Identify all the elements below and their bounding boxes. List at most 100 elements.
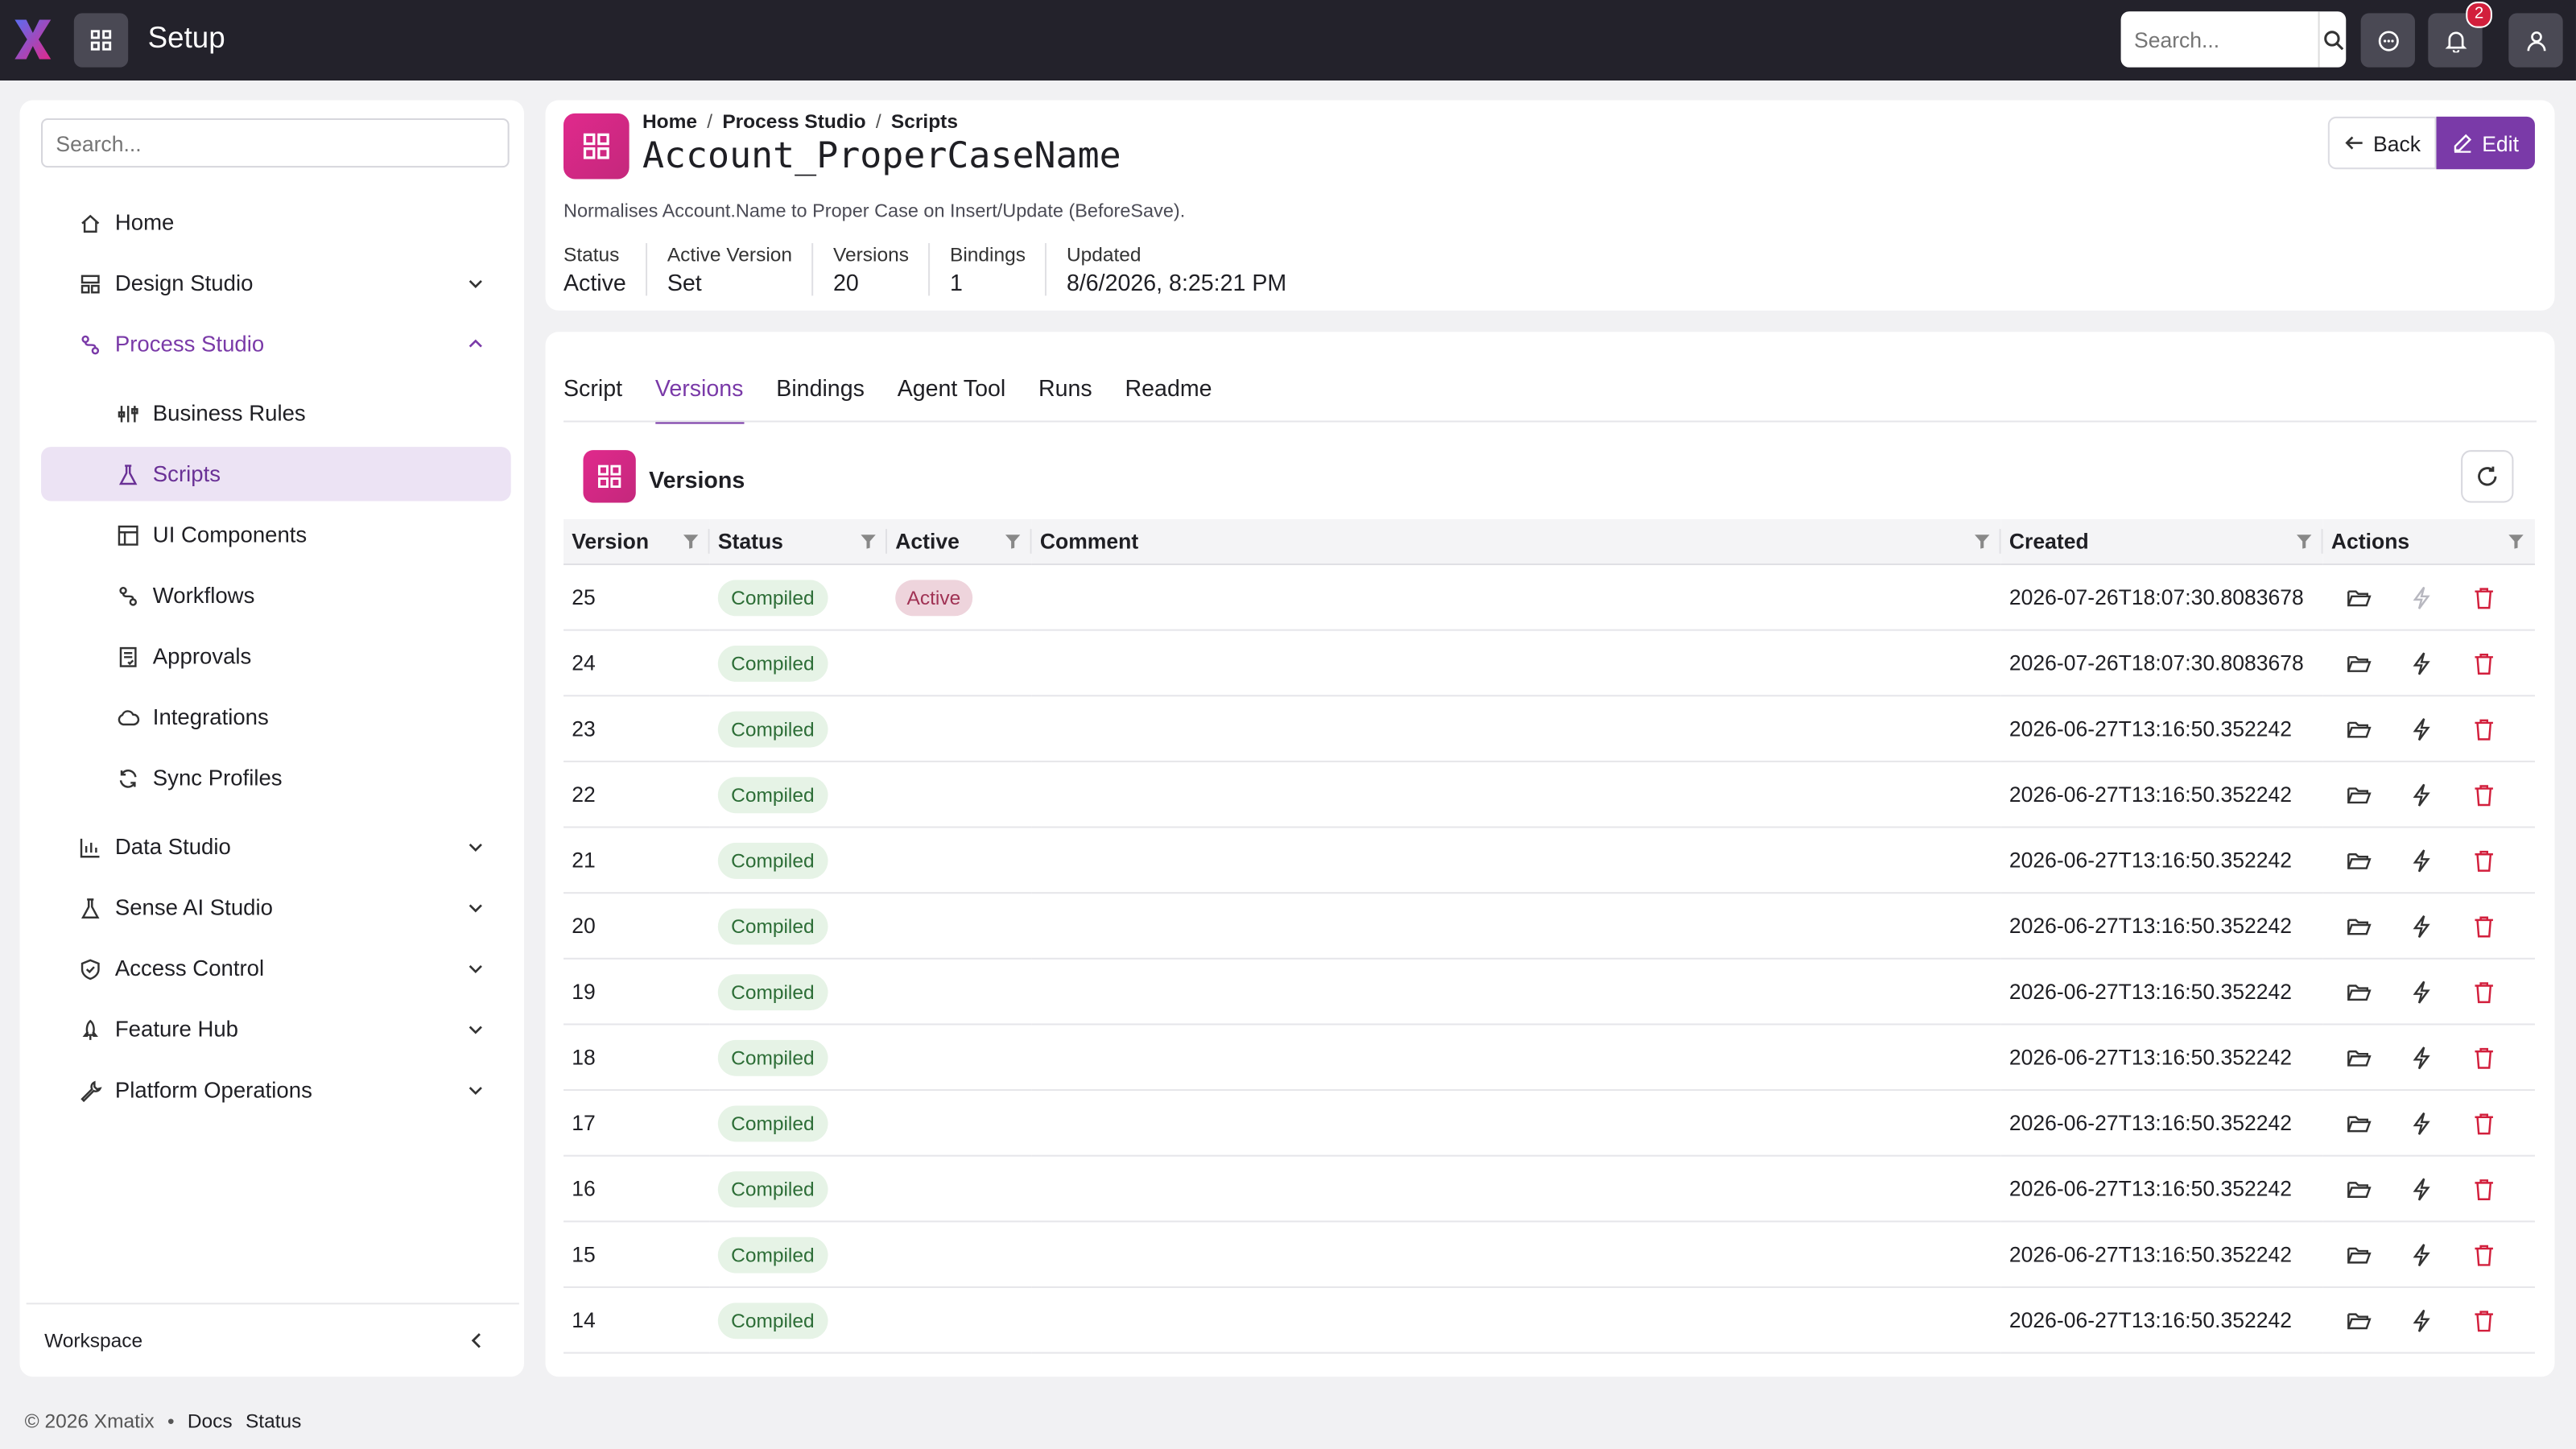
activate-bolt-icon[interactable] <box>2409 847 2435 873</box>
activate-bolt-icon[interactable] <box>2409 584 2435 611</box>
table-row[interactable]: 23 Compiled 2026-06-27T13:16:50.352242 <box>563 696 2535 762</box>
tab-bindings[interactable]: Bindings <box>776 374 865 423</box>
sidebar-item-data-studio[interactable]: Data Studio <box>41 819 511 873</box>
activate-bolt-icon[interactable] <box>2409 1044 2435 1071</box>
apps-menu-button[interactable] <box>73 13 129 68</box>
column-header-comment[interactable]: Comment <box>1031 518 2001 566</box>
global-search-input[interactable] <box>2120 11 2318 68</box>
activate-bolt-icon[interactable] <box>2409 1307 2435 1333</box>
delete-trash-icon[interactable] <box>2471 716 2497 742</box>
sidebar-item-process-studio[interactable]: Process Studio <box>41 317 511 371</box>
activate-bolt-icon[interactable] <box>2409 650 2435 676</box>
open-folder-icon[interactable] <box>2346 584 2372 611</box>
page-footer: © 2026 Xmatix • Docs Status <box>25 1410 302 1433</box>
open-folder-icon[interactable] <box>2346 716 2372 742</box>
table-row[interactable]: 21 Compiled 2026-06-27T13:16:50.352242 <box>563 827 2535 894</box>
delete-trash-icon[interactable] <box>2471 1175 2497 1202</box>
status-link[interactable]: Status <box>246 1410 301 1433</box>
table-row[interactable]: 19 Compiled 2026-06-27T13:16:50.352242 <box>563 958 2535 1026</box>
table-row[interactable]: 24 Compiled 2026-07-26T18:07:30.8083678 <box>563 630 2535 697</box>
sidebar-search-input[interactable] <box>41 118 510 168</box>
table-row[interactable]: 22 Compiled 2026-06-27T13:16:50.352242 <box>563 761 2535 828</box>
column-header-version[interactable]: Version <box>563 518 710 566</box>
delete-trash-icon[interactable] <box>2471 978 2497 1005</box>
activate-bolt-icon[interactable] <box>2409 716 2435 742</box>
sidebar-item-business-rules[interactable]: Business Rules <box>41 386 511 440</box>
table-row[interactable]: 25 Compiled Active 2026-07-26T18:07:30.8083… <box>563 564 2535 631</box>
sidebar-item-access-control[interactable]: Access Control <box>41 941 511 995</box>
filter-icon[interactable] <box>1973 532 1991 550</box>
delete-trash-icon[interactable] <box>2471 1241 2497 1268</box>
open-folder-icon[interactable] <box>2346 650 2372 676</box>
delete-trash-icon[interactable] <box>2471 584 2497 611</box>
edit-button[interactable]: Edit <box>2436 116 2535 170</box>
activate-bolt-icon[interactable] <box>2409 1175 2435 1202</box>
delete-trash-icon[interactable] <box>2471 1307 2497 1333</box>
tab-script[interactable]: Script <box>564 374 622 423</box>
back-button[interactable]: Back <box>2327 116 2437 170</box>
column-header-status[interactable]: Status <box>709 518 888 566</box>
filter-icon[interactable] <box>859 532 877 550</box>
breadcrumb-scripts[interactable]: Scripts <box>891 110 958 134</box>
delete-trash-icon[interactable] <box>2471 913 2497 939</box>
delete-trash-icon[interactable] <box>2471 650 2497 676</box>
open-folder-icon[interactable] <box>2346 1241 2372 1268</box>
refresh-button[interactable] <box>2461 450 2514 503</box>
column-header-created[interactable]: Created <box>2000 518 2323 566</box>
search-button[interactable] <box>2318 11 2347 68</box>
open-folder-icon[interactable] <box>2346 781 2372 807</box>
sidebar-item-sync-profiles[interactable]: Sync Profiles <box>41 751 511 805</box>
table-row[interactable]: 15 Compiled 2026-06-27T13:16:50.352242 <box>563 1221 2535 1288</box>
chat-button[interactable] <box>2360 13 2415 68</box>
breadcrumb-home[interactable]: Home <box>642 110 697 134</box>
table-row[interactable]: 18 Compiled 2026-06-27T13:16:50.352242 <box>563 1024 2535 1092</box>
tab-agent-tool[interactable]: Agent Tool <box>898 374 1006 423</box>
table-row[interactable]: 17 Compiled 2026-06-27T13:16:50.352242 <box>563 1090 2535 1157</box>
open-folder-icon[interactable] <box>2346 1044 2372 1071</box>
open-folder-icon[interactable] <box>2346 913 2372 939</box>
sidebar-item-approvals[interactable]: Approvals <box>41 630 511 683</box>
tab-versions[interactable]: Versions <box>654 374 744 424</box>
cell-actions <box>2322 1155 2535 1223</box>
open-folder-icon[interactable] <box>2346 1307 2372 1333</box>
sidebar-item-home[interactable]: Home <box>41 196 511 250</box>
filter-icon[interactable] <box>1004 532 1022 550</box>
delete-trash-icon[interactable] <box>2471 781 2497 807</box>
sidebar-item-design-studio[interactable]: Design Studio <box>41 256 511 310</box>
sidebar-item-workflows[interactable]: Workflows <box>41 568 511 622</box>
filter-icon[interactable] <box>2295 532 2313 550</box>
activate-bolt-icon[interactable] <box>2409 913 2435 939</box>
open-folder-icon[interactable] <box>2346 1110 2372 1137</box>
activate-bolt-icon[interactable] <box>2409 1110 2435 1137</box>
delete-trash-icon[interactable] <box>2471 847 2497 873</box>
open-folder-icon[interactable] <box>2346 847 2372 873</box>
table-row[interactable]: 14 Compiled 2026-06-27T13:16:50.352242 <box>563 1286 2535 1354</box>
activate-bolt-icon[interactable] <box>2409 1241 2435 1268</box>
activate-bolt-icon[interactable] <box>2409 781 2435 807</box>
notifications-button[interactable]: 2 <box>2428 2 2492 68</box>
sidebar-item-sense-ai-studio[interactable]: Sense AI Studio <box>41 881 511 935</box>
table-row[interactable]: 20 Compiled 2026-06-27T13:16:50.352242 <box>563 893 2535 960</box>
delete-trash-icon[interactable] <box>2471 1044 2497 1071</box>
docs-link[interactable]: Docs <box>188 1410 233 1433</box>
open-folder-icon[interactable] <box>2346 1175 2372 1202</box>
open-folder-icon[interactable] <box>2346 978 2372 1005</box>
user-menu-button[interactable] <box>2508 13 2563 68</box>
tab-runs[interactable]: Runs <box>1038 374 1092 423</box>
column-header-actions[interactable]: Actions <box>2322 518 2535 566</box>
delete-trash-icon[interactable] <box>2471 1110 2497 1137</box>
tab-readme[interactable]: Readme <box>1125 374 1212 423</box>
breadcrumb-process-studio[interactable]: Process Studio <box>722 110 865 134</box>
sidebar-item-integrations[interactable]: Integrations <box>41 690 511 744</box>
filter-icon[interactable] <box>2507 532 2524 550</box>
sidebar-item-feature-hub[interactable]: Feature Hub <box>41 1002 511 1056</box>
sidebar-item-scripts[interactable]: Scripts <box>41 447 511 502</box>
sidebar-item-ui-components[interactable]: UI Components <box>41 508 511 562</box>
table-row[interactable]: 16 Compiled 2026-06-27T13:16:50.352242 <box>563 1155 2535 1223</box>
collapse-sidebar-icon[interactable] <box>467 1331 486 1350</box>
column-header-active[interactable]: Active <box>887 518 1032 566</box>
activate-bolt-icon[interactable] <box>2409 978 2435 1005</box>
filter-icon[interactable] <box>682 532 700 550</box>
x-logo-icon[interactable] <box>13 18 52 60</box>
sidebar-item-platform-operations[interactable]: Platform Operations <box>41 1063 511 1117</box>
